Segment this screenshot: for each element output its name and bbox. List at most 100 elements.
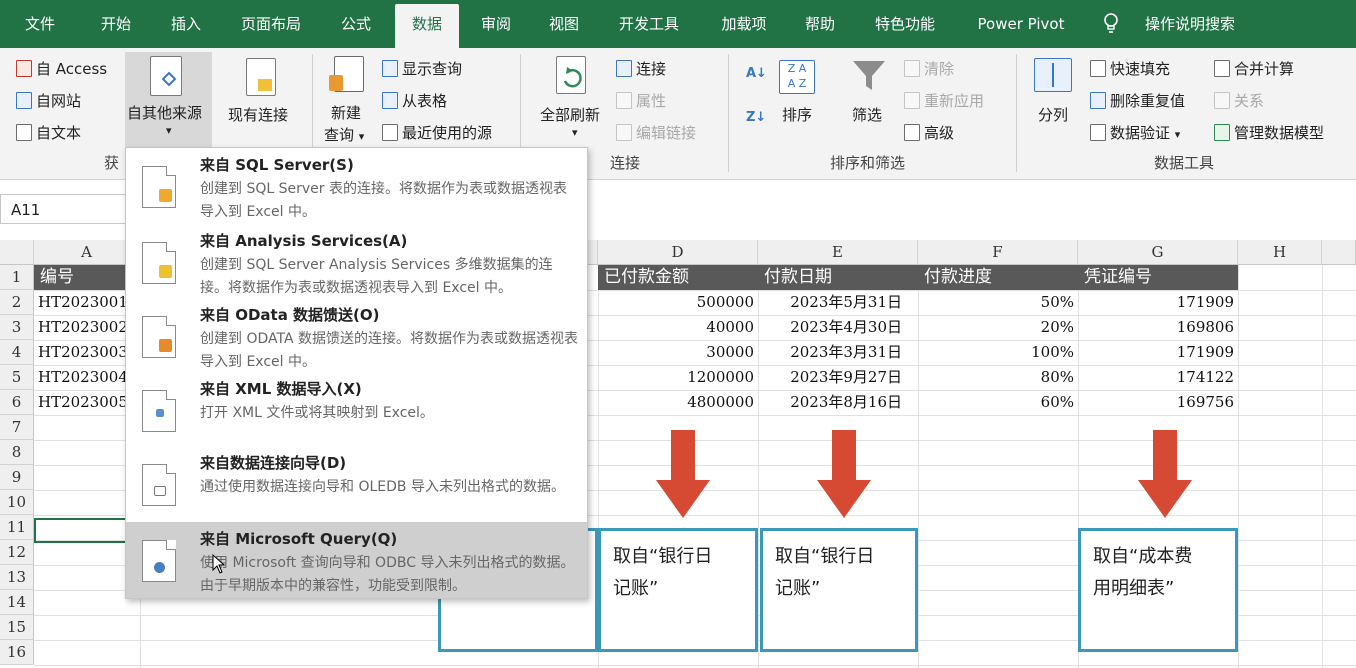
- tab-page-layout[interactable]: 页面布局: [226, 0, 316, 48]
- row-header-15[interactable]: 15: [0, 615, 34, 640]
- table-cell[interactable]: 40000: [598, 315, 758, 340]
- filter-button[interactable]: 筛选: [852, 104, 882, 125]
- advanced-filter-button[interactable]: 高级: [904, 122, 954, 143]
- tab-help[interactable]: 帮助: [792, 0, 848, 48]
- row-header-13[interactable]: 13: [0, 565, 34, 590]
- table-cell[interactable]: 2023年3月31日: [758, 340, 918, 365]
- column-header-f[interactable]: F: [918, 240, 1078, 265]
- consolidate-button[interactable]: 合并计算: [1214, 58, 1294, 79]
- from-table-button[interactable]: 从表格: [382, 90, 447, 111]
- menu-item-microsoft-query[interactable]: 来自 Microsoft Query(Q) 使用 Microsoft 查询向导和…: [126, 522, 587, 598]
- tell-me-search[interactable]: 操作说明搜索: [1130, 0, 1250, 48]
- menu-item-analysis-services[interactable]: 来自 Analysis Services(A) 创建到 SQL Server A…: [126, 224, 587, 300]
- refresh-all-button[interactable]: 全部刷新: [540, 104, 600, 125]
- clear-filter-button[interactable]: 清除: [904, 58, 954, 79]
- column-header-h[interactable]: H: [1238, 240, 1322, 265]
- tab-insert[interactable]: 插入: [156, 0, 216, 48]
- menu-item-connection-wizard[interactable]: 来自数据连接向导(D) 通过使用数据连接向导和 OLEDB 导入未列出格式的数据…: [126, 444, 587, 520]
- tab-view[interactable]: 视图: [534, 0, 594, 48]
- tab-review[interactable]: 审阅: [466, 0, 526, 48]
- table-cell[interactable]: 80%: [918, 365, 1078, 390]
- tab-developer[interactable]: 开发工具: [606, 0, 692, 48]
- table-cell[interactable]: 500000: [598, 290, 758, 315]
- reapply-button[interactable]: 重新应用: [904, 90, 984, 111]
- header-cell-pay-date[interactable]: 付款日期: [758, 265, 918, 290]
- recent-sources-button[interactable]: 最近使用的源: [382, 122, 492, 143]
- from-web-button[interactable]: 自网站: [16, 90, 81, 111]
- table-cell[interactable]: 2023年5月31日: [758, 290, 918, 315]
- column-header-e[interactable]: E: [758, 240, 918, 265]
- flash-fill-button[interactable]: 快速填充: [1090, 58, 1170, 79]
- show-queries-button[interactable]: 显示查询: [382, 58, 462, 79]
- sort-button[interactable]: 排序: [782, 104, 812, 125]
- other-sources-button[interactable]: 自其他来源: [127, 102, 202, 123]
- header-cell-progress[interactable]: 付款进度: [918, 265, 1078, 290]
- page-fold: [166, 242, 176, 252]
- tab-file[interactable]: 文件: [12, 0, 68, 48]
- relationships-button[interactable]: 关系: [1214, 90, 1264, 111]
- row-header-10[interactable]: 10: [0, 490, 34, 515]
- table-cell[interactable]: 169756: [1078, 390, 1238, 415]
- connections-button[interactable]: 连接: [616, 58, 666, 79]
- column-header-i[interactable]: [1322, 240, 1356, 265]
- row-header-6[interactable]: 6: [0, 390, 34, 415]
- sort-ascending-icon[interactable]: A↓: [746, 66, 767, 81]
- row-header-14[interactable]: 14: [0, 590, 34, 615]
- table-cell[interactable]: 171909: [1078, 290, 1238, 315]
- from-text-button[interactable]: 自文本: [16, 122, 81, 143]
- chevron-down-icon[interactable]: ▾: [166, 124, 172, 137]
- row-header-12[interactable]: 12: [0, 540, 34, 565]
- row-header-4[interactable]: 4: [0, 340, 34, 365]
- row-header-3[interactable]: 3: [0, 315, 34, 340]
- table-cell[interactable]: 174122: [1078, 365, 1238, 390]
- tab-add-ins[interactable]: 加载项: [706, 0, 782, 48]
- table-cell[interactable]: 30000: [598, 340, 758, 365]
- table-cell[interactable]: 4800000: [598, 390, 758, 415]
- remove-duplicates-button[interactable]: 删除重复值: [1090, 90, 1185, 111]
- tab-data[interactable]: 数据: [395, 4, 459, 48]
- name-box[interactable]: A11: [0, 194, 126, 224]
- column-header-d[interactable]: D: [598, 240, 758, 265]
- row-header-11[interactable]: 11: [0, 515, 34, 540]
- column-header-g[interactable]: G: [1078, 240, 1238, 265]
- table-cell[interactable]: 50%: [918, 290, 1078, 315]
- row-header-7[interactable]: 7: [0, 415, 34, 440]
- table-cell[interactable]: 2023年9月27日: [758, 365, 918, 390]
- existing-connections-button[interactable]: 现有连接: [228, 104, 288, 125]
- row-header-1[interactable]: 1: [0, 265, 34, 290]
- text-to-columns-button[interactable]: 分列: [1038, 104, 1068, 125]
- table-cell[interactable]: 20%: [918, 315, 1078, 340]
- row-header-8[interactable]: 8: [0, 440, 34, 465]
- tab-formulas[interactable]: 公式: [326, 0, 386, 48]
- chevron-down-icon[interactable]: ▾: [572, 126, 578, 139]
- table-cell[interactable]: 1200000: [598, 365, 758, 390]
- tab-special[interactable]: 特色功能: [862, 0, 948, 48]
- table-cell[interactable]: 2023年8月16日: [758, 390, 918, 415]
- table-cell[interactable]: 100%: [918, 340, 1078, 365]
- table-cell[interactable]: 169806: [1078, 315, 1238, 340]
- tab-home[interactable]: 开始: [86, 0, 146, 48]
- row-header-16[interactable]: 16: [0, 640, 34, 665]
- select-all-corner[interactable]: [0, 240, 34, 265]
- data-validation-button[interactable]: 数据验证 ▾: [1090, 122, 1180, 143]
- header-cell-voucher[interactable]: 凭证编号: [1078, 265, 1238, 290]
- menu-item-sql-server[interactable]: 来自 SQL Server(S) 创建到 SQL Server 表的连接。将数据…: [126, 148, 587, 224]
- from-access-button[interactable]: 自 Access: [16, 58, 107, 79]
- new-query-label[interactable]: 新建: [331, 102, 361, 123]
- table-cell[interactable]: 171909: [1078, 340, 1238, 365]
- manage-data-model-button[interactable]: 管理数据模型: [1214, 122, 1324, 143]
- sort-descending-icon[interactable]: Z↓: [746, 110, 766, 125]
- arrow-down-icon: [656, 430, 710, 518]
- menu-item-odata[interactable]: 来自 OData 数据馈送(O) 创建到 ODATA 数据馈送的连接。将数据作为…: [126, 300, 587, 374]
- header-cell-paid-amount[interactable]: 已付款金额: [598, 265, 758, 290]
- row-header-2[interactable]: 2: [0, 290, 34, 315]
- row-header-5[interactable]: 5: [0, 365, 34, 390]
- edit-links-button[interactable]: 编辑链接: [616, 122, 696, 143]
- new-query-button[interactable]: 查询 ▾: [324, 124, 364, 145]
- table-cell[interactable]: 60%: [918, 390, 1078, 415]
- properties-button[interactable]: 属性: [616, 90, 666, 111]
- table-cell[interactable]: 2023年4月30日: [758, 315, 918, 340]
- row-header-9[interactable]: 9: [0, 465, 34, 490]
- menu-item-xml[interactable]: 来自 XML 数据导入(X) 打开 XML 文件或将其映射到 Excel。: [126, 374, 587, 444]
- tab-power-pivot[interactable]: Power Pivot: [962, 0, 1080, 48]
